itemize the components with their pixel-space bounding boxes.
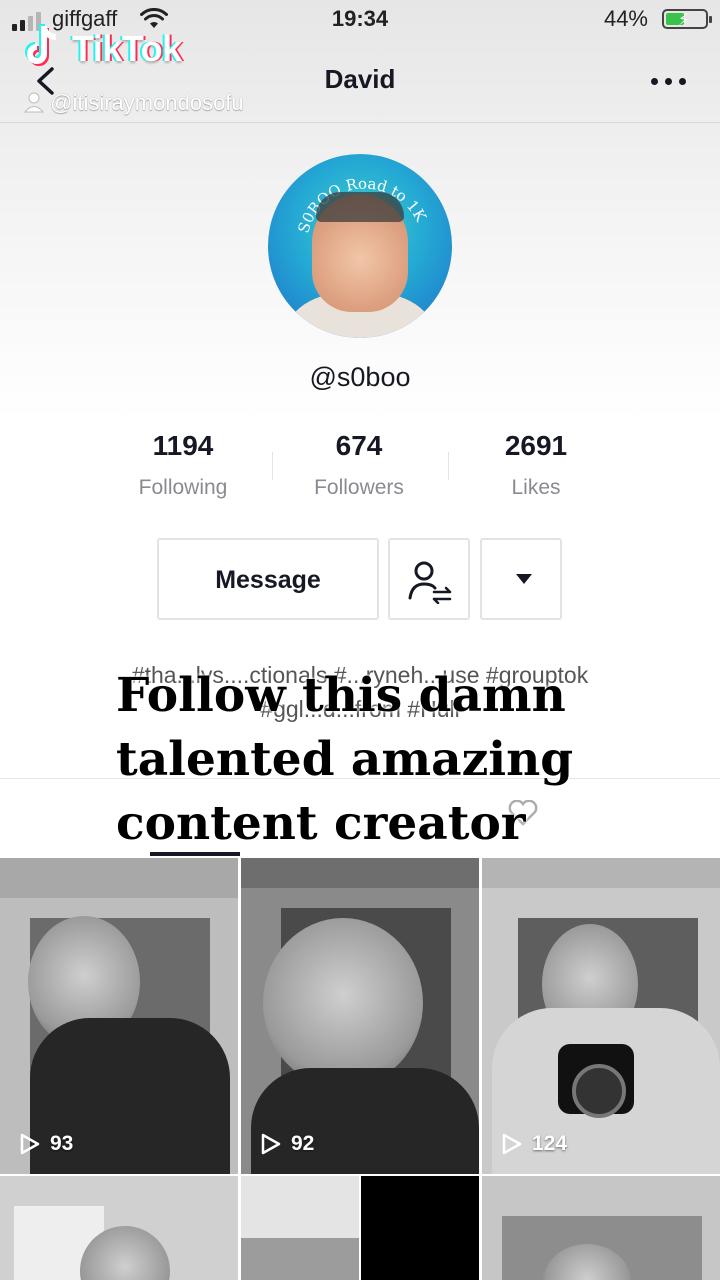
following-label: Following (138, 476, 228, 499)
profile-handle: @s0boo (309, 362, 411, 392)
video-thumbnail[interactable]: 92 (241, 858, 479, 1174)
overlay-caption: Follow this damn talented amazing conten… (116, 664, 676, 856)
page-title: David (324, 64, 396, 94)
message-button[interactable]: Message (157, 538, 379, 620)
play-icon (261, 1133, 281, 1155)
stat-followers[interactable]: 674 Followers (271, 430, 447, 500)
view-count: 93 (20, 1132, 73, 1156)
likes-label: Likes (511, 476, 561, 499)
video-thumbnail[interactable]: 93 (0, 858, 238, 1174)
stat-following[interactable]: 1194 Following (95, 430, 271, 500)
profile-avatar[interactable]: S0BOO Road to 1K (268, 154, 452, 338)
stat-likes[interactable]: 2691 Likes (448, 430, 624, 500)
video-thumbnail[interactable] (241, 1176, 359, 1280)
view-count-text: 93 (50, 1132, 74, 1155)
battery-icon: ⚡ (662, 9, 712, 29)
user-following-icon (408, 561, 452, 604)
play-icon (20, 1133, 40, 1155)
following-status-button[interactable] (388, 538, 470, 620)
following-count: 1194 (152, 430, 214, 461)
video-thumbnail[interactable] (482, 1176, 720, 1280)
suggested-accounts-button[interactable] (480, 538, 562, 620)
caret-down-icon (516, 574, 532, 584)
more-options-icon[interactable] (651, 78, 686, 85)
view-count: 124 (502, 1132, 567, 1156)
view-count-text: 92 (291, 1132, 315, 1155)
video-thumbnail[interactable] (361, 1176, 479, 1280)
caption-line: Follow this damn (116, 668, 566, 723)
caption-line: talented amazing (116, 732, 574, 787)
video-thumbnail[interactable] (0, 1176, 238, 1280)
view-count: 92 (261, 1132, 314, 1156)
nav-divider (0, 122, 720, 123)
followers-label: Followers (314, 476, 404, 499)
video-grid: 93 92 124 (0, 858, 720, 1280)
battery-percent: 44% (603, 6, 648, 31)
followers-count: 674 (335, 430, 383, 461)
likes-count: 2691 (504, 430, 568, 461)
play-icon (502, 1133, 522, 1155)
view-count-text: 124 (532, 1132, 568, 1155)
video-thumbnail[interactable]: 124 (482, 858, 720, 1174)
caption-line: content creator (116, 796, 526, 851)
